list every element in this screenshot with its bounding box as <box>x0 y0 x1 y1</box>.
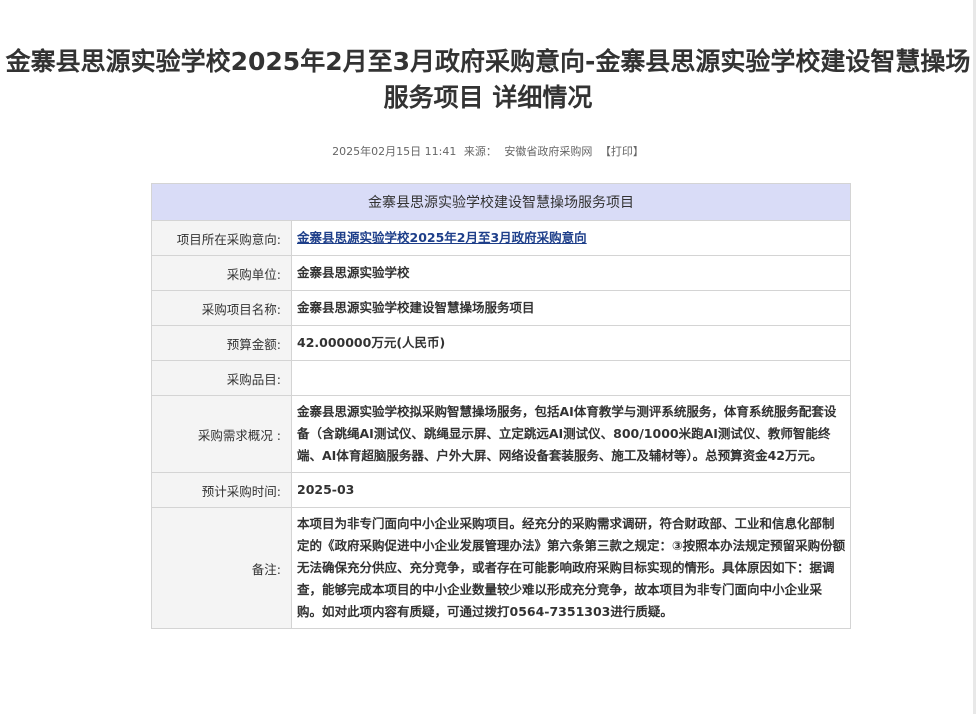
detail-table: 金寨县思源实验学校建设智慧操场服务项目 项目所在采购意向: 金寨县思源实验学校2… <box>151 183 851 629</box>
table-caption: 金寨县思源实验学校建设智慧操场服务项目 <box>151 183 851 221</box>
row-value: 金寨县思源实验学校2025年2月至3月政府采购意向 <box>291 220 851 256</box>
row-value <box>291 360 851 396</box>
row-label: 采购品目: <box>151 360 292 396</box>
page: 金寨县思源实验学校2025年2月至3月政府采购意向-金寨县思源实验学校建设智慧操… <box>0 0 976 714</box>
table-row: 备注: 本项目为非专门面向中小企业采购项目。经充分的采购需求调研，符合财政部、工… <box>151 507 851 629</box>
intention-link[interactable]: 金寨县思源实验学校2025年2月至3月政府采购意向 <box>297 230 587 245</box>
row-label: 采购项目名称: <box>151 290 292 326</box>
print-link[interactable]: 【打印】 <box>600 145 644 158</box>
table-row: 采购品目: <box>151 360 851 396</box>
row-label: 备注: <box>151 507 292 629</box>
table-row: 预算金额: 42.000000万元(人民币) <box>151 325 851 361</box>
row-value: 金寨县思源实验学校建设智慧操场服务项目 <box>291 290 851 326</box>
row-label: 采购需求概况 : <box>151 395 292 473</box>
publish-datetime: 2025年02月15日 11:41 <box>332 145 457 158</box>
row-value: 2025-03 <box>291 472 851 508</box>
row-value: 42.000000万元(人民币) <box>291 325 851 361</box>
article-meta: 2025年02月15日 11:41 来源： 安徽省政府采购网 【打印】 <box>0 144 976 160</box>
row-value: 本项目为非专门面向中小企业采购项目。经充分的采购需求调研，符合财政部、工业和信息… <box>291 507 851 629</box>
table-row: 采购单位: 金寨县思源实验学校 <box>151 255 851 291</box>
row-value: 金寨县思源实验学校 <box>291 255 851 291</box>
table-row: 采购项目名称: 金寨县思源实验学校建设智慧操场服务项目 <box>151 290 851 326</box>
page-title: 金寨县思源实验学校2025年2月至3月政府采购意向-金寨县思源实验学校建设智慧操… <box>5 47 971 112</box>
source-label: 来源： <box>463 145 497 158</box>
row-value: 金寨县思源实验学校拟采购智慧操场服务，包括AI体育教学与测评系统服务，体育系统服… <box>291 395 851 473</box>
table-row: 预计采购时间: 2025-03 <box>151 472 851 508</box>
row-label: 采购单位: <box>151 255 292 291</box>
table-row: 采购需求概况 : 金寨县思源实验学校拟采购智慧操场服务，包括AI体育教学与测评系… <box>151 395 851 473</box>
source-name: 安徽省政府采购网 <box>504 145 593 158</box>
row-label: 预计采购时间: <box>151 472 292 508</box>
row-label: 预算金额: <box>151 325 292 361</box>
row-label: 项目所在采购意向: <box>151 220 292 256</box>
table-row: 项目所在采购意向: 金寨县思源实验学校2025年2月至3月政府采购意向 <box>151 220 851 256</box>
